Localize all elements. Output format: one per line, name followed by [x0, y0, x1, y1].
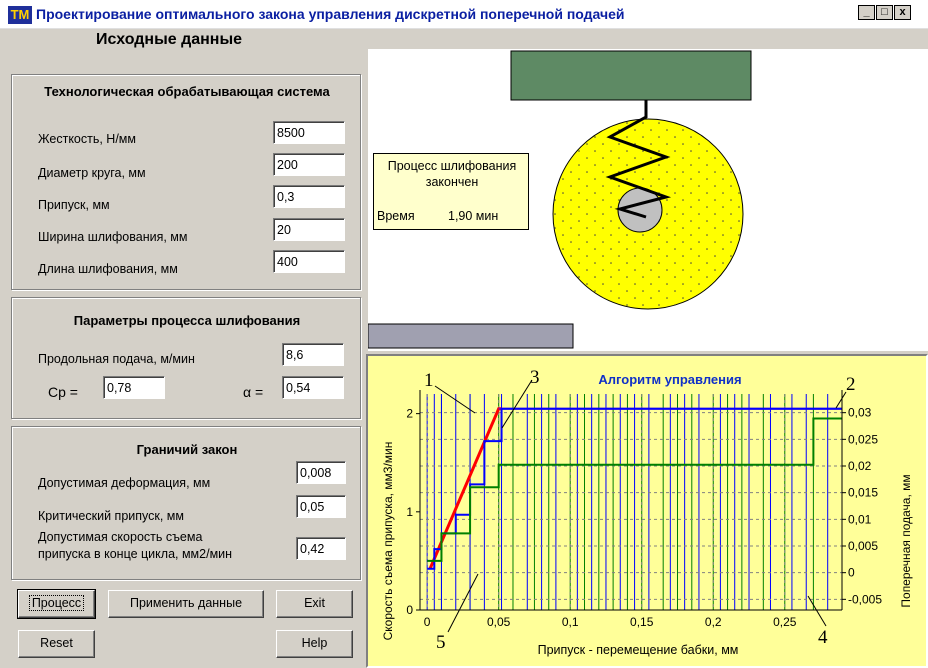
end-speed-label-line2: припуска в конце цикла, мм2/мин: [38, 547, 233, 561]
allowable-deformation-label: Допустимая деформация, мм: [38, 476, 211, 490]
grinding-carriage: [510, 50, 752, 101]
grinding-width-label: Ширина шлифования, мм: [38, 230, 188, 244]
grinding-length-label: Длина шлифования, мм: [38, 262, 178, 276]
time-value: 1,90 мин: [448, 209, 499, 223]
curve-label-4: 4: [818, 627, 828, 648]
window-title: Проектирование оптимального закона управ…: [36, 6, 625, 22]
simulation-panel: Процесс шлифования закончен Время 1,90 м…: [368, 49, 928, 351]
y-right-tick-label: -0,005: [848, 592, 882, 606]
reset-button[interactable]: Reset: [18, 630, 95, 658]
critical-allowance-label: Критический припуск, мм: [38, 509, 184, 523]
process-params-title: Параметры процесса шлифования: [73, 313, 301, 328]
end-speed-label-line1: Допустимая скорость съема: [38, 530, 203, 544]
allowance-label: Припуск, мм: [38, 198, 110, 212]
y-left-tick-label: 2: [406, 407, 413, 421]
maximize-button[interactable]: □: [876, 5, 893, 20]
process-button-label: Процесс: [28, 595, 85, 611]
curve-label-2: 2: [846, 374, 856, 395]
allowable-deformation-input[interactable]: [296, 461, 346, 484]
cp-label: Cp =: [48, 384, 78, 400]
grinding-width-input[interactable]: [273, 218, 345, 241]
critical-allowance-input[interactable]: [296, 495, 346, 518]
process-button[interactable]: Процесс: [17, 589, 96, 619]
callout-line-2: [835, 391, 847, 409]
y-right-tick-label: 0: [848, 566, 855, 580]
x-tick-label: 0,1: [562, 615, 579, 629]
machine-table: [368, 323, 574, 349]
end-speed-input[interactable]: [296, 537, 346, 560]
curve-label-3: 3: [530, 367, 540, 388]
y-right-tick-label: 0,005: [848, 539, 878, 553]
status-message: Процесс шлифования закончен: [374, 158, 530, 190]
allowance-input[interactable]: [273, 185, 345, 208]
app-icon: TM: [8, 6, 32, 24]
tech-system-title: Технологическая обрабатывающая система: [44, 84, 330, 99]
x-tick-label: 0,15: [630, 615, 654, 629]
grinding-length-input[interactable]: [273, 250, 345, 273]
y-right-tick-label: 0,025: [848, 432, 878, 446]
chart-plot: 0 0,05 0,1 0,15 0,2 0,25 -0,005 0 0,005 0,01 0,015…: [406, 390, 882, 629]
y-right-tick-label: 0,01: [848, 512, 872, 526]
y-left-tick-label: 0: [406, 603, 413, 617]
help-button[interactable]: Help: [276, 630, 353, 658]
close-button[interactable]: x: [894, 5, 911, 20]
apply-data-button[interactable]: Применить данные: [108, 590, 264, 618]
callout-line-4: [807, 595, 827, 627]
callout-line-5: [447, 573, 479, 633]
y-right-tick-label: 0,03: [848, 406, 872, 420]
control-algorithm-chart: Алгоритм управления 0 0,05 0,1 0,15 0,2 0,25 -…: [366, 354, 928, 668]
boundary-law-title: Граничий закон: [136, 442, 238, 457]
stiffness-input[interactable]: [273, 121, 345, 144]
title-bar: TM Проектирование оптимального закона уп…: [0, 0, 928, 29]
x-tick-label: 0,05: [487, 615, 511, 629]
y-right-axis-label: Поперечная подача, мм: [899, 474, 913, 607]
alpha-label: α =: [243, 384, 264, 400]
x-tick-label: 0: [424, 615, 431, 629]
x-tick-label: 0,2: [705, 615, 722, 629]
alpha-input[interactable]: [282, 376, 344, 399]
curve-label-1: 1: [424, 370, 434, 391]
longitudinal-feed-label: Продольная подача, м/мин: [38, 352, 195, 366]
status-box: Процесс шлифования закончен Время 1,90 м…: [373, 153, 529, 230]
exit-button[interactable]: Exit: [276, 590, 353, 618]
x-tick-label: 0,25: [773, 615, 797, 629]
status-line1: Процесс шлифования: [387, 159, 517, 173]
chart-canvas: Алгоритм управления 0 0,05 0,1 0,15 0,2 0,25 -…: [381, 367, 913, 657]
cp-input[interactable]: [103, 376, 165, 399]
wheel-diameter-input[interactable]: [273, 153, 345, 176]
chart-title: Алгоритм управления: [598, 372, 741, 387]
y-left-axis-label: Скорость съема припуска, мм3/мин: [381, 442, 395, 641]
y-left-tick-label: 1: [406, 505, 413, 519]
y-right-tick-label: 0,02: [848, 459, 872, 473]
y-right-tick-label: 0,015: [848, 486, 878, 500]
stiffness-label: Жесткость, Н/мм: [38, 132, 136, 146]
input-data-heading: Исходные данные: [96, 31, 243, 48]
status-line2: закончен: [425, 175, 479, 189]
wheel-diameter-label: Диаметр круга, мм: [38, 166, 146, 180]
time-label: Время: [377, 209, 415, 223]
x-axis-label: Припуск - перемещение бабки, мм: [538, 643, 739, 657]
curve-label-5: 5: [436, 632, 446, 653]
minimize-button[interactable]: _: [858, 5, 875, 20]
longitudinal-feed-input[interactable]: [282, 343, 344, 366]
